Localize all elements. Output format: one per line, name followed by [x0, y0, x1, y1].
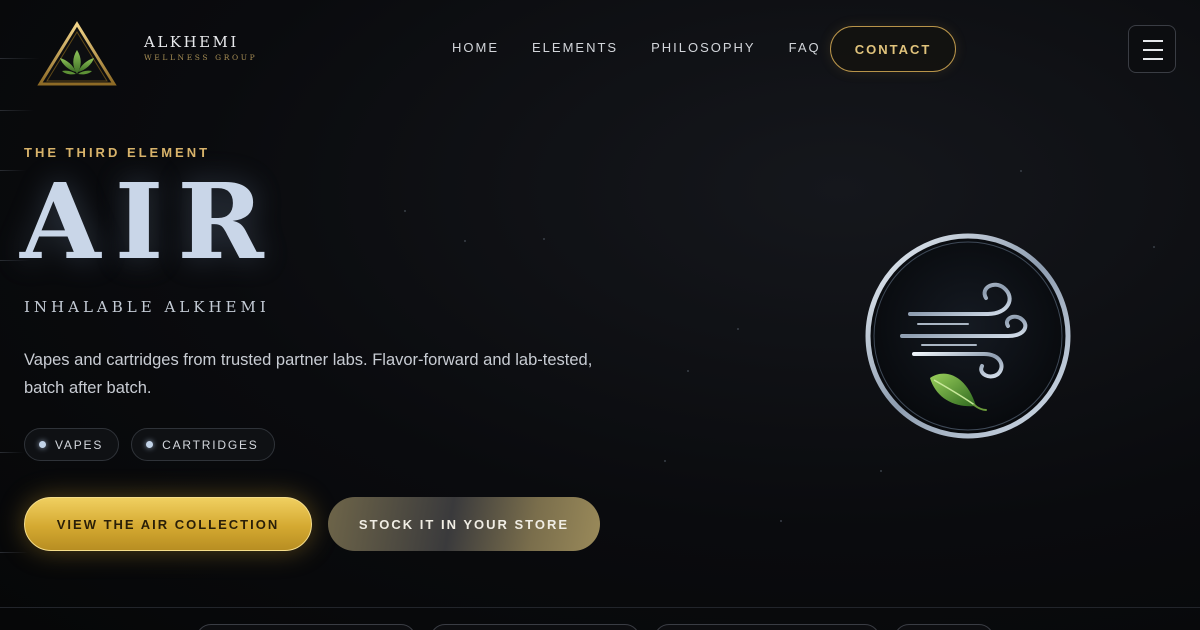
edge-decor-line [0, 110, 34, 111]
tag-label: VAPES [55, 437, 104, 452]
section-divider [0, 607, 1200, 608]
main-nav: HOME ELEMENTS PHILOSOPHY FAQ [452, 40, 854, 55]
stock-in-store-button[interactable]: STOCK IT IN YOUR STORE [328, 497, 600, 551]
edge-decor-line [0, 552, 28, 553]
bottom-pill[interactable] [654, 624, 880, 630]
tag-vapes[interactable]: VAPES [24, 428, 120, 461]
hero-subtitle: INHALABLE ALKHEMI [24, 298, 270, 316]
bottom-pill[interactable] [196, 624, 416, 630]
bottom-pill[interactable] [430, 624, 640, 630]
nav-philosophy[interactable]: PHILOSOPHY [651, 40, 756, 55]
tag-cartridges[interactable]: CARTRIDGES [131, 428, 275, 461]
hamburger-menu-button[interactable] [1128, 25, 1176, 73]
hero-description: Vapes and cartridges from trusted partne… [24, 351, 593, 397]
edge-decor-line [0, 452, 24, 453]
view-air-collection-button[interactable]: VIEW THE AIR COLLECTION [24, 497, 312, 551]
triangle-leaf-logo-icon[interactable] [36, 20, 118, 88]
brand-name: ALKHEMI [144, 33, 239, 51]
nav-elements[interactable]: ELEMENTS [532, 40, 618, 55]
hero-title: AIR [20, 160, 278, 283]
category-tags: VAPES CARTRIDGES [24, 428, 287, 461]
air-wind-leaf-emblem-icon [858, 228, 1078, 448]
nav-home[interactable]: HOME [452, 40, 499, 55]
contact-button[interactable]: CONTACT [830, 26, 956, 72]
dot-icon [39, 441, 46, 448]
hero-eyebrow: THE THIRD ELEMENT [24, 145, 211, 160]
brand-subtitle: WELLNESS GROUP [144, 53, 258, 62]
dot-icon [146, 441, 154, 448]
brand-wordmark[interactable]: ALKHEMI WELLNESS GROUP [144, 33, 257, 62]
nav-faq[interactable]: FAQ [789, 40, 821, 55]
site-header: ALKHEMI WELLNESS GROUP HOME ELEMENTS PHI… [0, 0, 1200, 100]
tag-label: CARTRIDGES [162, 437, 259, 452]
bottom-pill[interactable] [894, 624, 994, 630]
